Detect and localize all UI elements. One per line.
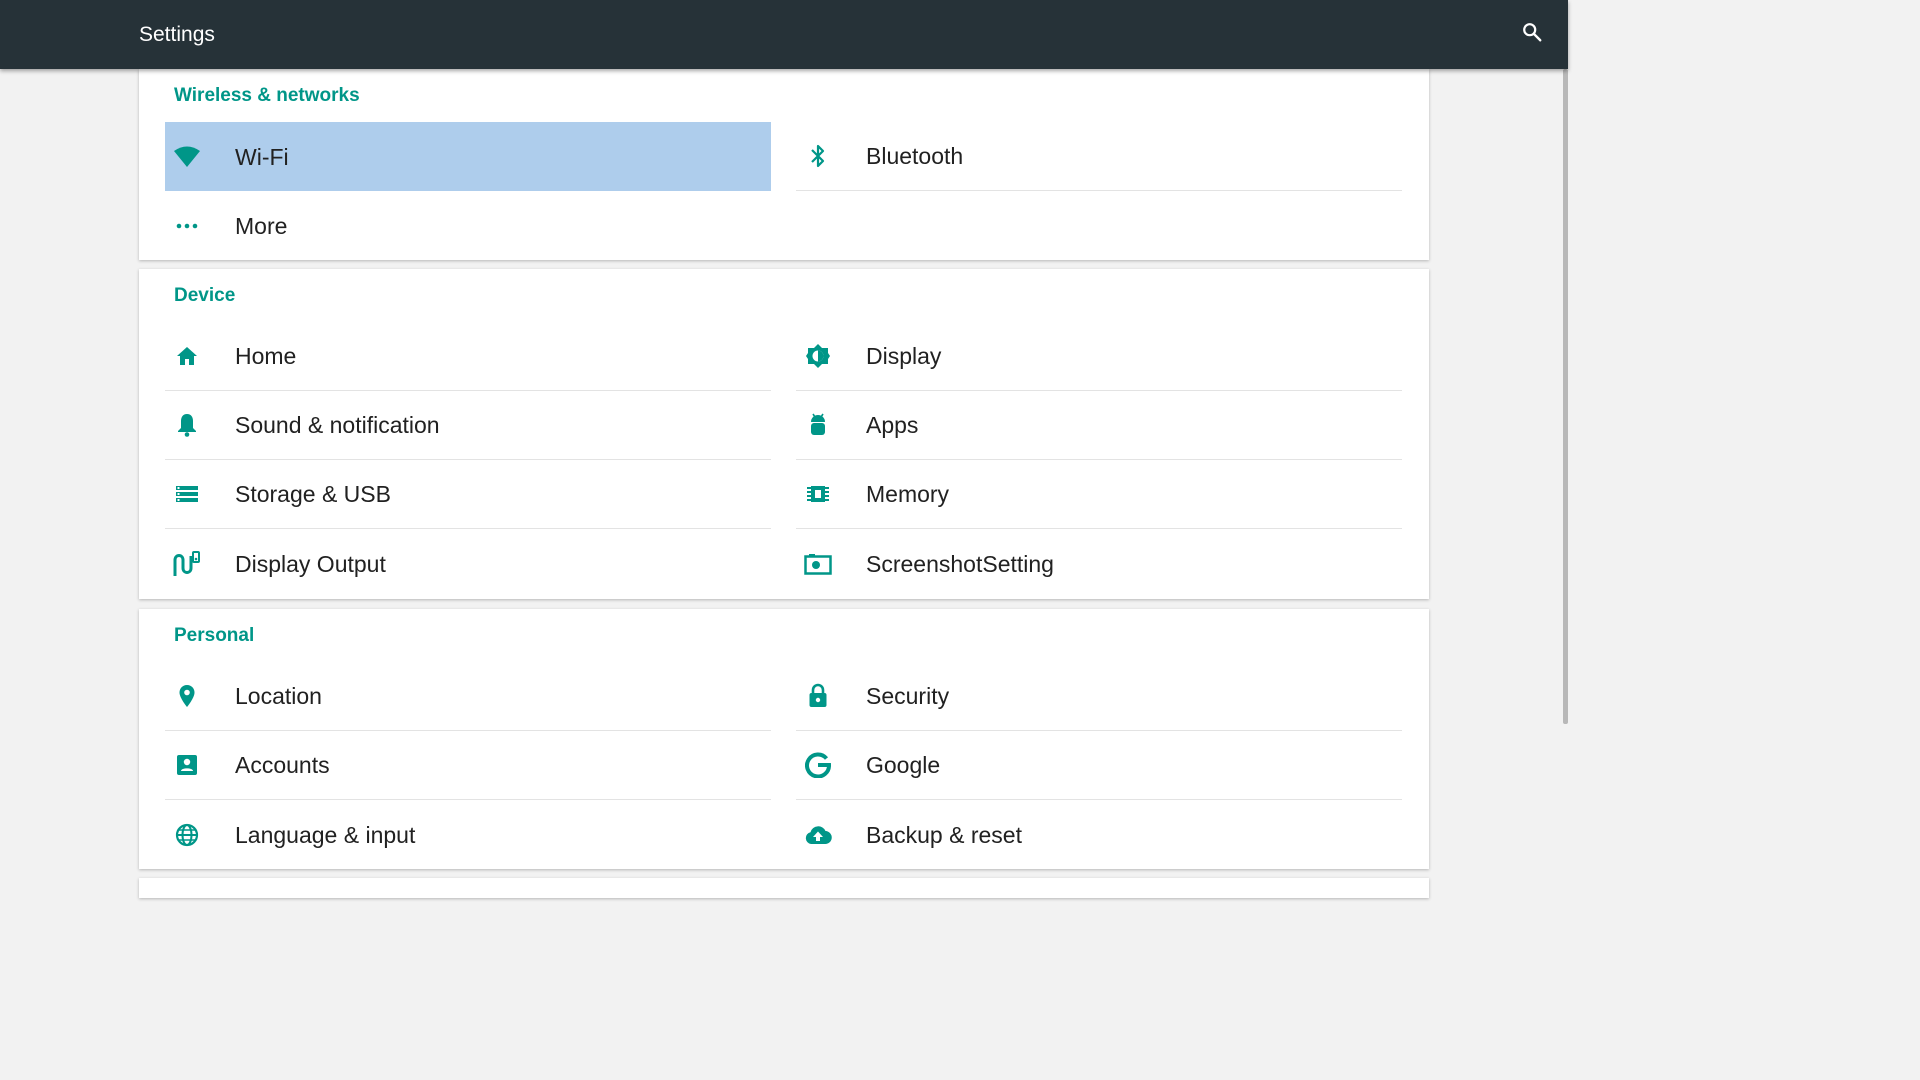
lock-icon (803, 681, 833, 711)
settings-item-accounts[interactable]: Accounts (165, 731, 771, 800)
account-box-icon (172, 750, 202, 780)
settings-item-location[interactable]: Location (165, 662, 771, 731)
device-card: Device Home Display Sound & notification… (139, 269, 1429, 599)
settings-item-label: Display (866, 343, 942, 369)
brightness-icon (803, 341, 833, 371)
next-section-card (139, 878, 1429, 898)
globe-icon (172, 820, 202, 850)
wifi-icon (172, 142, 202, 172)
settings-item-label: Language & input (235, 821, 416, 848)
settings-item-display[interactable]: Display (796, 322, 1402, 391)
settings-item-more[interactable]: More (165, 191, 771, 260)
settings-item-display-output[interactable]: Display Output (165, 529, 771, 598)
section-title-device: Device (174, 285, 236, 306)
home-icon (172, 341, 202, 371)
settings-item-label: Wi-Fi (235, 143, 289, 170)
settings-item-language-input[interactable]: Language & input (165, 800, 771, 869)
settings-item-backup-reset[interactable]: Backup & reset (796, 800, 1402, 869)
settings-item-label: Display Output (235, 550, 386, 577)
app-bar: Settings (0, 0, 1568, 69)
settings-item-home[interactable]: Home (165, 322, 771, 391)
memory-chip-icon (803, 479, 833, 509)
settings-item-label: Bluetooth (866, 143, 964, 169)
settings-item-label: Location (235, 683, 322, 709)
settings-item-google[interactable]: Google (796, 731, 1402, 800)
wireless-networks-card: Wireless & networks Wi-Fi Bluetooth More (139, 69, 1429, 260)
cloud-upload-icon (803, 820, 833, 850)
settings-item-label: Sound & notification (235, 412, 440, 438)
settings-item-security[interactable]: Security (796, 662, 1402, 731)
storage-icon (172, 479, 202, 509)
scrollbar[interactable] (1563, 69, 1568, 724)
settings-item-label: Google (866, 752, 941, 778)
settings-item-label: Accounts (235, 752, 330, 778)
settings-item-storage-usb[interactable]: Storage & USB (165, 460, 771, 529)
display-output-icon (172, 549, 202, 579)
settings-item-label: ScreenshotSetting (866, 550, 1054, 577)
settings-item-label: Memory (866, 481, 950, 507)
section-title-personal: Personal (174, 625, 255, 646)
location-pin-icon (172, 681, 202, 711)
settings-item-label: Storage & USB (235, 481, 391, 507)
more-icon (172, 211, 202, 241)
settings-item-label: More (235, 212, 288, 239)
settings-item-label: Security (866, 683, 950, 709)
personal-card: Personal Location Security Accounts Goog… (139, 609, 1429, 869)
settings-item-label: Backup & reset (866, 821, 1022, 848)
settings-item-wifi[interactable]: Wi-Fi (165, 122, 771, 191)
bluetooth-icon (803, 141, 833, 171)
settings-item-sound-notification[interactable]: Sound & notification (165, 391, 771, 460)
settings-item-screenshot-setting[interactable]: ScreenshotSetting (796, 529, 1402, 598)
bell-icon (172, 410, 202, 440)
google-icon (803, 750, 833, 780)
settings-item-apps[interactable]: Apps (796, 391, 1402, 460)
page-title: Settings (139, 23, 215, 46)
settings-item-label: Home (235, 343, 297, 369)
android-icon (803, 410, 833, 440)
settings-item-bluetooth[interactable]: Bluetooth (796, 122, 1402, 191)
settings-item-label: Apps (866, 412, 919, 438)
search-button[interactable] (1516, 18, 1548, 50)
settings-item-memory[interactable]: Memory (796, 460, 1402, 529)
screenshot-icon (803, 549, 833, 579)
search-icon (1521, 21, 1543, 48)
section-title-wireless: Wireless & networks (174, 85, 360, 106)
